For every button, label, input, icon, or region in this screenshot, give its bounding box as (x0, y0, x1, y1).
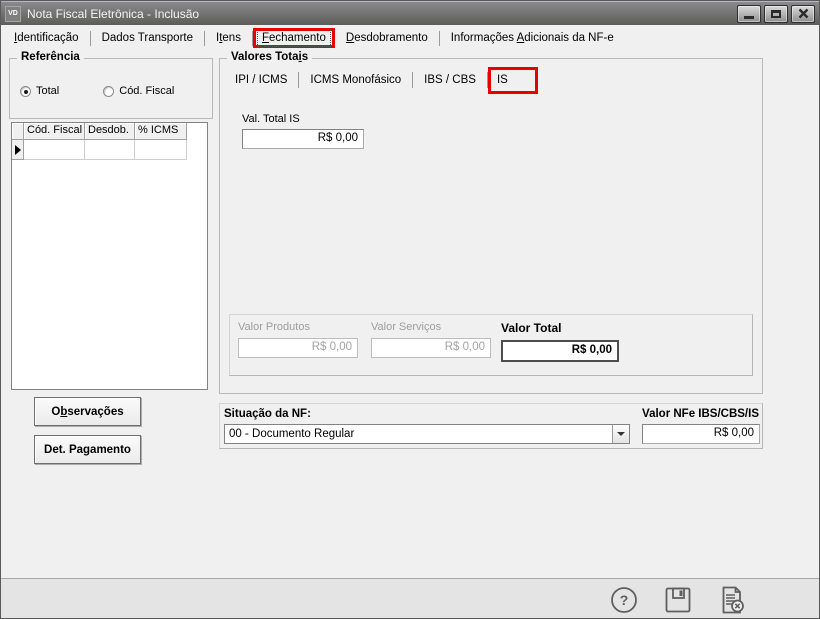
grid-header: Cód. Fiscal Desdob. % ICMS (12, 123, 207, 140)
subtab-ibs-cbs[interactable]: IBS / CBS (413, 70, 487, 90)
help-button[interactable]: ? (609, 585, 639, 615)
radio-total[interactable]: Total (20, 85, 59, 97)
table-row (12, 140, 207, 160)
nota-fiscal-window: VD Nota Fiscal Eletrônica - Inclusão Ide… (0, 0, 820, 619)
grid-corner-cell (12, 123, 24, 140)
grid-header-desdob: Desdob. (85, 123, 135, 140)
observacoes-button[interactable]: Observações (34, 397, 141, 426)
highlight-annotation-is: IS (488, 67, 538, 94)
radio-button-icon (20, 86, 31, 97)
cancel-document-button[interactable] (717, 585, 747, 615)
referencia-groupbox: Referência Total Cód. Fiscal (9, 58, 213, 119)
chevron-down-icon (617, 432, 625, 436)
situacao-combobox[interactable]: 00 - Documento Regular (224, 424, 630, 444)
subtab-is[interactable]: IS (491, 72, 514, 88)
button-label: Det. Pagamento (44, 444, 131, 456)
tab-informacoes-adicionais[interactable]: Informações Adicionais da NF-e (440, 29, 625, 47)
combobox-dropdown-button[interactable] (612, 425, 629, 443)
valor-produtos-label: Valor Produtos (238, 321, 358, 333)
valores-totais-title: Valores Totais (227, 51, 312, 63)
valores-subtabs: IPI / ICMS ICMS Monofásico IBS / CBS IS (224, 67, 538, 93)
tab-itens[interactable]: Itens (205, 29, 252, 47)
radio-total-label: Total (36, 85, 59, 97)
valor-total-input: R$ 0,00 (501, 340, 619, 362)
help-icon: ? (609, 585, 639, 615)
minimize-button[interactable] (737, 5, 761, 23)
button-label: servações (67, 406, 123, 418)
tab-fechamento[interactable]: Fechamento (256, 31, 332, 45)
referencia-title: Referência (17, 51, 84, 63)
tab-desdobramento[interactable]: Desdobramento (335, 29, 439, 47)
row-selector-icon (12, 140, 24, 160)
val-total-is-input[interactable]: R$ 0,00 (242, 129, 364, 149)
grid-header-icms: % ICMS (135, 123, 187, 140)
situacao-selected-value: 00 - Documento Regular (225, 428, 612, 440)
window-title: Nota Fiscal Eletrônica - Inclusão (27, 7, 737, 21)
tab-label: echamento (269, 32, 326, 44)
tab-label: D (346, 32, 354, 44)
svg-text:?: ? (620, 592, 629, 608)
grid-cell-desdob[interactable] (85, 140, 135, 160)
valor-servicos-label: Valor Serviços (371, 321, 491, 333)
maximize-icon (771, 10, 781, 18)
maximize-button[interactable] (764, 5, 788, 23)
radio-cod-fiscal-label: Cód. Fiscal (119, 85, 174, 97)
tab-label: ens (222, 32, 241, 44)
close-button[interactable] (791, 5, 815, 23)
subtab-ipi-icms[interactable]: IPI / ICMS (224, 70, 298, 90)
tab-label: dentificação (17, 32, 78, 44)
tab-label: Informações (451, 32, 517, 44)
tab-label: dicionais da NF-e (524, 32, 613, 44)
footer-toolbar: ? (1, 579, 819, 619)
window-controls (737, 5, 815, 23)
val-total-is-label: Val. Total IS (242, 113, 300, 125)
highlight-annotation-fechamento: Fechamento (253, 28, 335, 48)
button-label: O (51, 406, 60, 418)
tab-dados-transporte[interactable]: Dados Transporte (91, 29, 204, 47)
minimize-icon (744, 16, 754, 19)
tab-label: esdobramento (354, 32, 428, 44)
save-icon (663, 585, 693, 615)
valor-servicos-input: R$ 0,00 (371, 338, 491, 358)
tab-identificacao[interactable]: Identificação (3, 29, 90, 47)
tab-label: F (262, 32, 269, 44)
radio-button-icon (103, 86, 114, 97)
cancel-document-icon (717, 585, 747, 615)
radio-cod-fiscal[interactable]: Cód. Fiscal (103, 85, 174, 97)
summary-panel: Valor Produtos R$ 0,00 Valor Serviços R$… (229, 314, 753, 376)
valor-total-label: Valor Total (501, 321, 619, 335)
titlebar: VD Nota Fiscal Eletrônica - Inclusão (1, 1, 819, 25)
valor-nfe-input[interactable]: R$ 0,00 (642, 424, 760, 444)
cod-fiscal-grid: Cód. Fiscal Desdob. % ICMS (11, 122, 208, 390)
tab-label: Dados Transporte (102, 32, 193, 44)
grid-header-cod-fiscal: Cód. Fiscal (24, 123, 85, 140)
subtab-icms-monofasico[interactable]: ICMS Monofásico (299, 70, 412, 90)
situacao-label: Situação da NF: (224, 408, 311, 420)
main-tabbar: Identificação Dados Transporte Itens Fec… (1, 26, 819, 50)
save-button[interactable] (663, 585, 693, 615)
close-icon (798, 8, 809, 19)
valor-produtos-input: R$ 0,00 (238, 338, 358, 358)
grid-cell-cod-fiscal[interactable] (24, 140, 85, 160)
det-pagamento-button[interactable]: Det. Pagamento (34, 435, 141, 464)
valores-totais-groupbox: Valores Totais IPI / ICMS ICMS Monofásic… (219, 58, 763, 394)
app-icon: VD (5, 6, 21, 22)
situacao-panel: Situação da NF: 00 - Documento Regular V… (219, 403, 763, 449)
grid-cell-icms[interactable] (135, 140, 187, 160)
valor-nfe-label: Valor NFe IBS/CBS/IS (642, 408, 759, 420)
